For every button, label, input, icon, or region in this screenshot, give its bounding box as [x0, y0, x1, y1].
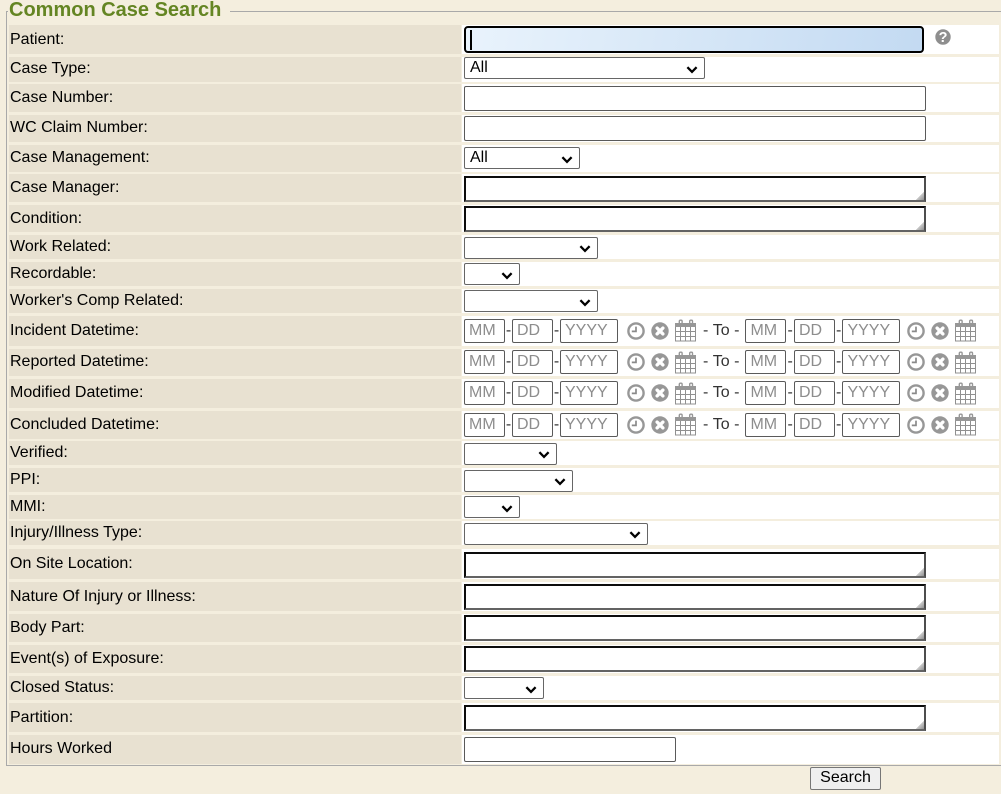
svg-text:?: ?: [939, 30, 948, 45]
